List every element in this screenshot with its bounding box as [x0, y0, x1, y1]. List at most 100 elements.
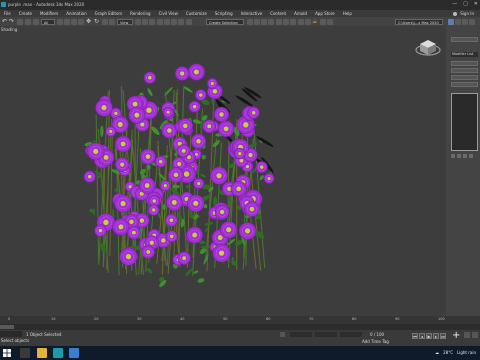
select-by-name-icon[interactable] — [64, 18, 70, 25]
schematic-view-icon[interactable] — [283, 18, 289, 25]
menu-interactive[interactable]: Interactive — [241, 11, 263, 16]
flower-head — [255, 161, 268, 174]
align-icon[interactable] — [254, 18, 260, 25]
toggle-layer-explorer-icon[interactable] — [268, 18, 274, 25]
maxscript-listener[interactable] — [0, 331, 22, 337]
show-end-result-icon[interactable] — [457, 154, 461, 158]
remove-modifier-icon[interactable] — [469, 154, 473, 158]
track-bar[interactable]: 0 10 20 30 40 50 60 70 80 90 100 — [0, 316, 480, 324]
modifier-button-4[interactable] — [451, 82, 478, 87]
menu-file[interactable]: File — [4, 11, 11, 16]
modifier-stack[interactable] — [451, 93, 478, 151]
keyboard-shortcut-icon[interactable] — [149, 18, 155, 25]
close-button[interactable]: ✕ — [474, 1, 478, 7]
menu-app-store[interactable]: App Store — [315, 11, 335, 16]
motion-tab-icon[interactable] — [469, 19, 475, 25]
y-coordinate-field[interactable] — [315, 332, 337, 337]
menu-modifiers[interactable]: Modifiers — [40, 11, 58, 16]
pin-stack-icon[interactable] — [451, 154, 455, 158]
selection-filter-dropdown[interactable]: All — [41, 18, 55, 25]
goto-end-icon[interactable]: ⏭ — [440, 333, 446, 339]
create-tab-icon[interactable] — [448, 19, 454, 25]
play-icon[interactable]: ▶ — [426, 333, 432, 339]
time-slider-thumb[interactable] — [0, 325, 14, 329]
modifier-button-1[interactable] — [451, 61, 478, 66]
weather-icon[interactable]: ☁ — [435, 350, 439, 355]
flower-bush-model[interactable] — [0, 26, 446, 316]
redo-icon[interactable]: ↷ — [9, 18, 14, 25]
make-unique-icon[interactable] — [463, 154, 467, 158]
next-frame-icon[interactable]: ▸ — [433, 333, 439, 339]
menu-scripting[interactable]: Scripting — [215, 11, 233, 16]
menu-help[interactable]: Help — [343, 11, 352, 16]
render-production-icon[interactable]: ☕ — [312, 18, 317, 25]
unlink-icon[interactable] — [25, 18, 31, 25]
bind-space-warp-icon[interactable] — [33, 18, 39, 25]
3dsmax-taskbar-icon[interactable] — [53, 348, 63, 358]
frame-counter[interactable]: 0 / 100 — [370, 332, 384, 337]
render-setup-icon[interactable] — [298, 18, 304, 25]
previous-frame-icon[interactable]: ◂ — [419, 333, 425, 339]
spinner-snap-icon[interactable] — [178, 18, 184, 25]
modifier-button-2[interactable] — [451, 68, 478, 73]
orbit-icon[interactable] — [472, 332, 478, 338]
named-selection-sets-dropdown[interactable]: Create Selection Se — [206, 18, 244, 31]
workspace-dropdown[interactable]: C:\Users\\...x Max 2020 — [395, 18, 443, 25]
a360-gallery-icon[interactable] — [327, 18, 333, 25]
link-icon[interactable] — [17, 18, 23, 25]
menu-graph-editors[interactable]: Graph Editors — [95, 11, 122, 16]
menu-create[interactable]: Create — [19, 11, 32, 16]
menu-civil-view[interactable]: Civil View — [159, 11, 178, 16]
menu-rendering[interactable]: Rendering — [130, 11, 150, 16]
undo-icon[interactable]: ↶ — [2, 18, 7, 25]
menu-arnold[interactable]: Arnold — [294, 11, 307, 16]
perspective-viewport[interactable]: Shading — [0, 26, 446, 316]
task-view-icon[interactable] — [20, 348, 30, 358]
flower-head — [165, 194, 183, 211]
menu-content[interactable]: Content — [270, 11, 286, 16]
lock-selection-icon[interactable] — [280, 332, 285, 337]
photos-taskbar-icon[interactable] — [69, 348, 79, 358]
angle-snap-icon[interactable] — [164, 18, 170, 25]
select-manipulate-icon[interactable] — [142, 18, 148, 25]
minimize-button[interactable]: — — [452, 1, 457, 7]
goto-start-icon[interactable]: ⏮ — [412, 333, 418, 339]
z-coordinate-field[interactable] — [340, 332, 362, 337]
modify-tab-icon[interactable] — [455, 19, 461, 25]
material-editor-icon[interactable] — [290, 18, 296, 25]
move-icon[interactable]: ✥ — [86, 18, 91, 25]
reference-coordinate-dropdown[interactable]: View — [117, 18, 133, 25]
snaps-toggle-icon[interactable] — [157, 18, 163, 25]
rendered-frame-window-icon[interactable] — [305, 18, 311, 25]
menu-animation[interactable]: Animation — [66, 11, 86, 16]
mirror-icon[interactable] — [247, 18, 253, 25]
zoom-icon[interactable]: + — [452, 330, 460, 341]
windows-start-icon[interactable] — [3, 349, 11, 357]
rotate-icon[interactable]: ↻ — [94, 18, 99, 25]
x-coordinate-field[interactable] — [290, 332, 312, 337]
toggle-scene-explorer-icon[interactable] — [261, 18, 267, 25]
select-object-icon[interactable] — [57, 18, 63, 25]
modifier-list-dropdown[interactable]: Modifier List — [451, 52, 478, 57]
percent-snap-icon[interactable] — [171, 18, 177, 25]
flower-head — [94, 224, 107, 237]
hierarchy-tab-icon[interactable] — [462, 19, 468, 25]
pan-icon[interactable] — [464, 332, 470, 338]
flower-head — [188, 100, 201, 113]
scale-icon[interactable] — [102, 18, 108, 25]
window-crossing-icon[interactable] — [78, 18, 84, 25]
place-icon[interactable] — [109, 18, 115, 25]
file-explorer-icon[interactable] — [37, 348, 47, 358]
add-time-tag[interactable]: Add Time Tag — [362, 339, 389, 344]
curve-editor-icon[interactable] — [276, 18, 282, 25]
pivot-point-icon[interactable] — [135, 18, 141, 25]
timeline-tick-label: 60 — [266, 317, 271, 321]
maximize-button[interactable]: ▢ — [463, 1, 468, 7]
edit-named-selection-icon[interactable] — [186, 18, 192, 25]
signin-area[interactable]: Sign In — [453, 11, 474, 16]
render-in-cloud-icon[interactable] — [320, 18, 326, 25]
selection-region-icon[interactable] — [71, 18, 77, 25]
object-name-field[interactable] — [451, 37, 478, 42]
modifier-button-3[interactable] — [451, 75, 478, 80]
menu-customize[interactable]: Customize — [186, 11, 207, 16]
